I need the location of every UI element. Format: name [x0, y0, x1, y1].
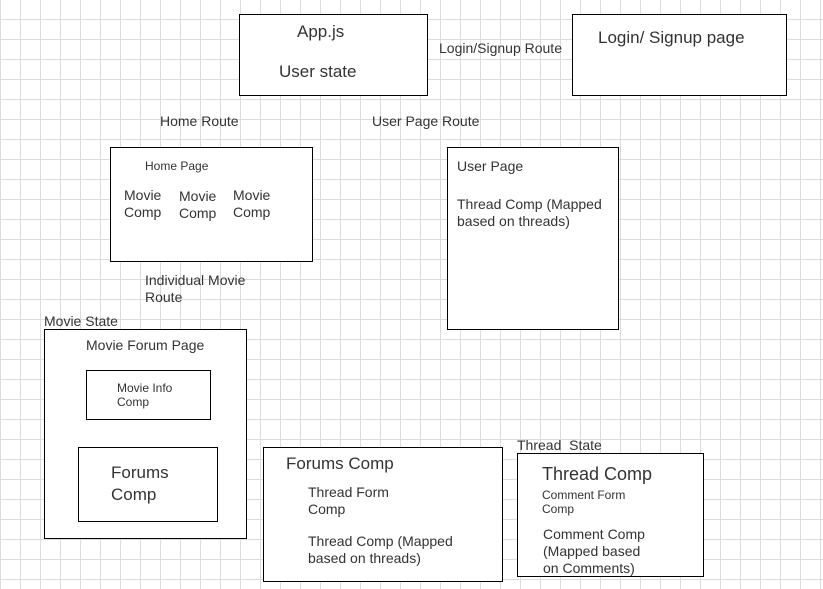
- individual-movie-route-label: Individual Movie Route: [145, 272, 246, 305]
- movie-info-comp-label: Movie Info Comp: [117, 381, 173, 409]
- thread-comp-title: Thread Comp: [542, 464, 653, 484]
- thread-state-label: Thread State: [517, 437, 602, 453]
- movie-comp-3: Movie Comp: [233, 187, 271, 220]
- movie-forum-page-node: Movie Forum Page Movie Info Comp Forums …: [44, 329, 247, 539]
- comment-form-comp-label: Comment Form Comp: [542, 488, 626, 516]
- app-js-node: App.js User state: [239, 14, 428, 96]
- user-page-route-label: User Page Route: [372, 113, 480, 129]
- home-page-title: Home Page: [145, 159, 209, 173]
- login-signup-route-label: Login/Signup Route: [439, 40, 562, 56]
- movie-info-comp-node: Movie Info Comp: [86, 370, 211, 420]
- user-page-thread-comp: Thread Comp (Mapped based on threads): [457, 196, 602, 229]
- app-js-title: App.js: [297, 22, 345, 41]
- movie-comp-1: Movie Comp: [124, 187, 162, 220]
- movie-forum-page-title: Movie Forum Page: [86, 337, 205, 353]
- forums-thread-comp-label: Thread Comp (Mapped based on threads): [308, 533, 453, 566]
- user-page-node: User Page Thread Comp (Mapped based on t…: [447, 147, 619, 330]
- user-page-title: User Page: [457, 158, 524, 174]
- thread-comp-node: Thread Comp Comment Form Comp Comment Co…: [517, 453, 704, 577]
- movie-comp-2: Movie Comp: [179, 188, 217, 221]
- home-page-node: Home Page Movie Comp Movie Comp Movie Co…: [110, 147, 313, 262]
- forums-comp-title: Forums Comp: [286, 454, 394, 473]
- forums-comp-node: Forums Comp Thread Form Comp Thread Comp…: [263, 447, 503, 582]
- login-signup-page-title: Login/ Signup page: [598, 28, 745, 47]
- forums-comp-inner-label: Forums Comp: [111, 463, 169, 504]
- movie-state-label: Movie State: [44, 313, 118, 329]
- thread-form-comp-label: Thread Form Comp: [308, 484, 389, 517]
- login-signup-page-node: Login/ Signup page: [572, 14, 787, 96]
- home-route-label: Home Route: [160, 113, 239, 129]
- app-js-user-state: User state: [279, 62, 357, 81]
- forums-comp-inner-node: Forums Comp: [78, 447, 218, 522]
- comment-comp-label: Comment Comp (Mapped based on Comments): [543, 526, 645, 576]
